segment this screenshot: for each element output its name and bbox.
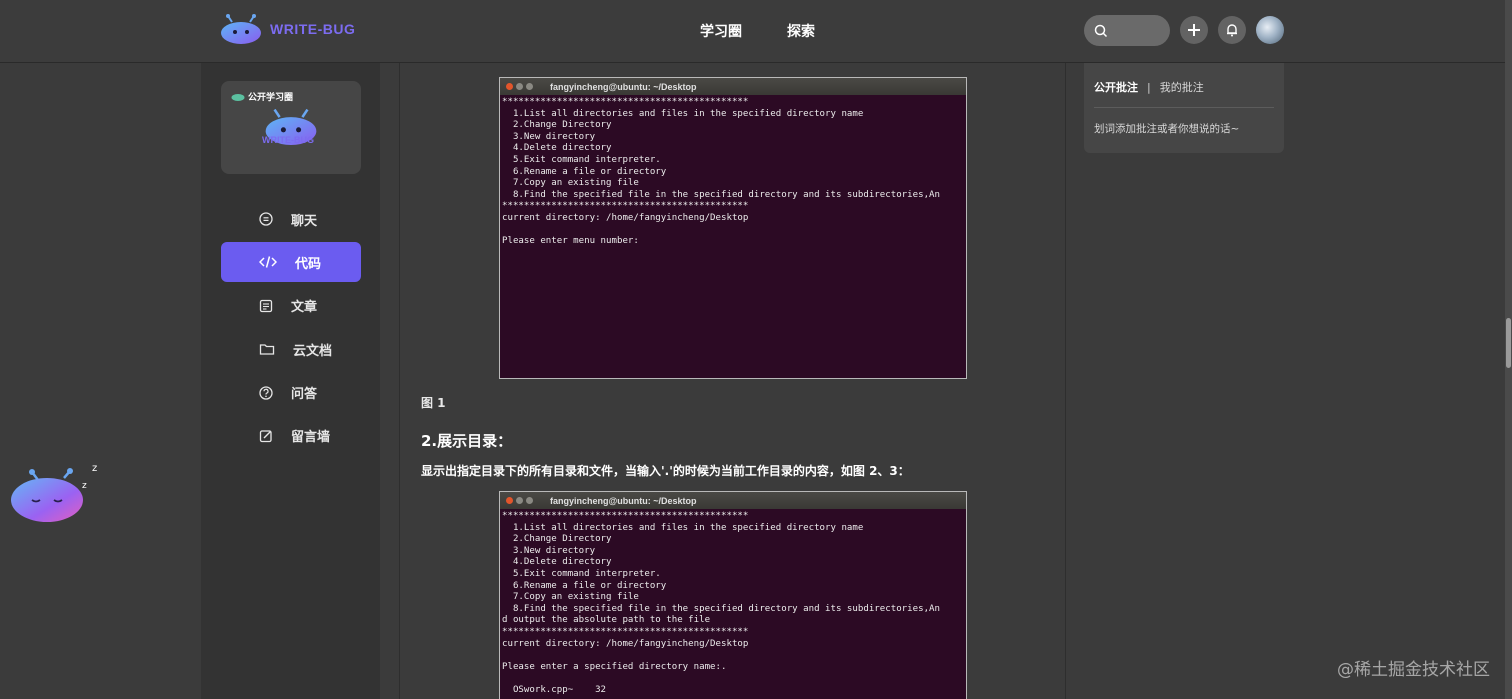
circle-logo-text: WRITE-BUG — [262, 135, 314, 145]
annotation-divider — [1094, 107, 1274, 108]
svg-text:z: z — [82, 481, 87, 491]
terminal-titlebar: fangyincheng@ubuntu: ~/Desktop — [500, 492, 966, 509]
terminal-titlebar: fangyincheng@ubuntu: ~/Desktop — [500, 78, 966, 95]
page-scrollbar[interactable] — [1505, 0, 1512, 699]
bug-mini-icon — [231, 94, 245, 101]
sidebar-item-article[interactable]: 文章 — [221, 286, 361, 326]
brand-name: WRITE-BUG — [270, 21, 356, 37]
terminal-screenshot-1: fangyincheng@ubuntu: ~/Desktop *********… — [499, 77, 967, 379]
sidebar-item-label: 代码 — [295, 256, 322, 272]
sidebar-item-label: 聊天 — [291, 213, 318, 229]
bell-icon — [1227, 24, 1237, 37]
section-paragraph: 显示出指定目录下的所有目录和文件，当输入'.'的时候为当前工作目录的内容，如图 … — [421, 464, 910, 478]
sidebar-item-label: 云文档 — [293, 343, 333, 359]
article-icon — [259, 299, 273, 312]
minimize-dot-icon — [516, 497, 523, 504]
tab-separator: | — [1147, 80, 1151, 94]
sidebar-item-label: 留言墙 — [291, 430, 331, 446]
search-input[interactable] — [1114, 22, 1168, 39]
nav-study-circle[interactable]: 学习圈 — [700, 21, 742, 41]
section-heading: 2.展示目录： — [421, 432, 513, 450]
annotation-tabs: 公开批注 | 我的批注 — [1094, 79, 1204, 95]
public-circle-card[interactable]: 公开学习圈 WRITE-BUG — [221, 81, 361, 174]
chat-icon — [259, 212, 273, 226]
annotation-panel: 公开批注 | 我的批注 划词添加批注或者你想说的话~ — [1084, 63, 1284, 153]
search-box[interactable] — [1084, 15, 1170, 46]
sidebar-item-chat[interactable]: 聊天 — [221, 199, 361, 239]
sidebar-item-label: 问答 — [291, 387, 318, 403]
brand-logo[interactable]: WRITE-BUG — [220, 14, 355, 44]
sidebar-item-message-wall[interactable]: 留言墙 — [221, 416, 361, 456]
annotation-hint: 划词添加批注或者你想说的话~ — [1094, 123, 1240, 135]
plus-icon — [1188, 24, 1200, 36]
scrollbar-thumb[interactable] — [1506, 318, 1511, 368]
bug-mascot-icon — [221, 14, 261, 44]
sidebar-item-label: 文章 — [291, 300, 318, 316]
search-icon — [1094, 24, 1108, 37]
user-avatar[interactable] — [1256, 16, 1284, 44]
public-circle-label: 公开学习圈 — [231, 90, 293, 103]
sleeping-mascot-icon[interactable]: z z — [10, 462, 105, 527]
minimize-dot-icon — [516, 83, 523, 90]
sidebar-item-cloud-docs[interactable]: 云文档 — [221, 329, 361, 369]
terminal-title: fangyincheng@ubuntu: ~/Desktop — [550, 495, 697, 506]
watermark: @稀土掘金技术社区 — [1337, 660, 1490, 680]
top-header: WRITE-BUG 学习圈 探索 — [0, 0, 1505, 63]
close-dot-icon — [506, 83, 513, 90]
svg-text:z: z — [92, 463, 97, 474]
question-icon — [259, 385, 273, 400]
edit-icon — [259, 430, 272, 443]
maximize-dot-icon — [526, 83, 533, 90]
maximize-dot-icon — [526, 497, 533, 504]
figure-caption: 图 1 — [421, 396, 446, 410]
terminal-screenshot-2: fangyincheng@ubuntu: ~/Desktop *********… — [499, 491, 967, 699]
tab-public-annotations[interactable]: 公开批注 — [1094, 79, 1138, 95]
article-content: fangyincheng@ubuntu: ~/Desktop *********… — [399, 63, 1066, 699]
terminal-title: fangyincheng@ubuntu: ~/Desktop — [550, 81, 697, 92]
sidebar-item-code[interactable]: 代码 — [221, 242, 361, 283]
side-menu: 聊天 代码 文章 云文档 问答 留言墙 — [221, 199, 361, 459]
sidebar-item-qa[interactable]: 问答 — [221, 373, 361, 413]
code-icon — [259, 256, 277, 269]
terminal-output: ****************************************… — [502, 511, 940, 695]
nav-explore[interactable]: 探索 — [787, 21, 815, 41]
tab-my-annotations[interactable]: 我的批注 — [1160, 79, 1204, 95]
notifications-button[interactable] — [1218, 16, 1246, 44]
close-dot-icon — [506, 497, 513, 504]
top-nav: 学习圈 探索 — [700, 21, 815, 41]
create-button[interactable] — [1180, 16, 1208, 44]
left-sidebar: 公开学习圈 WRITE-BUG 聊天 代码 文章 云文档 问答 留言墙 — [201, 63, 380, 699]
terminal-output: ****************************************… — [502, 97, 940, 247]
folder-icon — [259, 344, 275, 355]
